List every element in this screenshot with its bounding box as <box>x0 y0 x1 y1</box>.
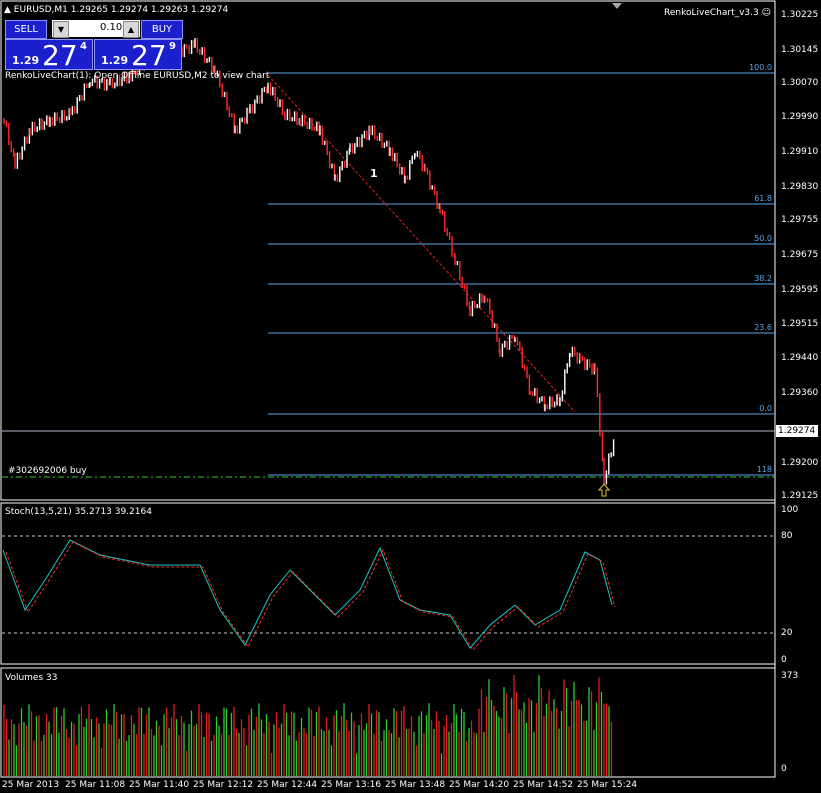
price-tick: 1.29200 <box>781 458 819 468</box>
price-tick: 1.30070 <box>781 78 819 88</box>
time-tick: 25 Mar 13:48 <box>385 780 446 790</box>
price-tick: 1.30225 <box>781 10 819 20</box>
chart-canvas[interactable] <box>0 0 821 793</box>
price-tick: 1.29830 <box>781 182 819 192</box>
price-tick: 1.30145 <box>781 45 819 55</box>
current-price-label: 1.29274 <box>776 425 818 437</box>
buy-quote[interactable]: 1.29 27 9 <box>94 39 182 72</box>
fib-label: 23.6 <box>754 323 772 332</box>
price-tick: 1.29675 <box>781 250 819 260</box>
volume-bars <box>3 675 613 776</box>
symbol-info: EURUSD,M1 1.29265 1.29274 1.29263 1.2927… <box>13 5 229 15</box>
one-click-trading-panel: SELL ▼ 0.10 ▲ BUY 1.29 27 4 1.29 27 9 <box>5 20 183 72</box>
lot-increase-icon[interactable]: ▲ <box>123 21 139 38</box>
time-tick: 25 Mar 11:08 <box>65 780 126 790</box>
price-tick: 1.29515 <box>781 319 819 329</box>
volume-axis-tick: 373 <box>781 671 799 681</box>
time-tick: 25 Mar 11:40 <box>129 780 190 790</box>
candles <box>3 38 615 485</box>
buy-price-pip: 9 <box>169 41 176 52</box>
sell-price-pip: 4 <box>80 41 87 52</box>
price-tick: 1.29910 <box>781 147 819 157</box>
buy-arrow-icon <box>597 483 611 497</box>
fib-label: 118 <box>756 465 772 474</box>
stoch-signal-line <box>5 541 616 651</box>
order-label[interactable]: #302692006 buy <box>8 466 87 476</box>
time-tick: 25 Mar 15:24 <box>577 780 638 790</box>
fib-label: 100.0 <box>749 63 772 72</box>
time-tick: 25 Mar 2013 <box>2 780 60 790</box>
symbol-header: ▲ EURUSD,M1 1.29265 1.29274 1.29263 1.29… <box>4 5 228 15</box>
fibonacci-levels[interactable] <box>268 72 775 476</box>
price-tick: 1.29360 <box>781 388 819 398</box>
sell-price-prefix: 1.29 <box>12 54 40 67</box>
stoch-frame <box>0 502 776 665</box>
stoch-axis-tick: 0 <box>781 655 787 665</box>
time-tick: 25 Mar 12:12 <box>193 780 254 790</box>
buy-price-big: 27 <box>131 39 167 72</box>
stoch-axis-tick: 100 <box>781 505 799 515</box>
price-tick: 1.29125 <box>781 491 819 501</box>
price-tick: 1.29990 <box>781 112 819 122</box>
fib-label: 61.8 <box>754 194 772 203</box>
buy-button[interactable]: BUY <box>141 20 183 39</box>
buy-price-prefix: 1.29 <box>101 54 129 67</box>
shift-marker-icon[interactable] <box>612 3 622 9</box>
fib-label: 38.2 <box>754 274 772 283</box>
fib-label: 0.0 <box>759 404 772 413</box>
wave-label: 1 <box>370 167 378 180</box>
collapse-triangle-icon[interactable]: ▲ <box>4 5 11 15</box>
time-tick: 25 Mar 14:20 <box>449 780 510 790</box>
lot-decrease-icon[interactable]: ▼ <box>53 21 69 38</box>
volumes-title: Volumes 33 <box>5 673 58 683</box>
stoch-main-line <box>2 539 613 649</box>
expert-label: RenkoLiveChart_v3.3 ☺ <box>664 8 771 18</box>
smiley-icon[interactable]: ☺ <box>762 8 771 18</box>
price-tick: 1.29755 <box>781 215 819 225</box>
stoch-axis-tick: 80 <box>781 531 793 541</box>
price-tick: 1.29595 <box>781 285 819 295</box>
fib-label: 50.0 <box>754 234 772 243</box>
stoch-title: Stoch(13,5,21) 35.2713 39.2164 <box>5 507 152 517</box>
time-tick: 25 Mar 13:16 <box>321 780 382 790</box>
price-tick: 1.29440 <box>781 353 819 363</box>
sell-button[interactable]: SELL <box>5 20 47 39</box>
sell-price-big: 27 <box>42 39 78 72</box>
info-text: RenkoLiveChart(1): Open Offline EURUSD,M… <box>5 71 270 81</box>
volume-axis-tick: 0 <box>781 764 787 774</box>
lot-value[interactable]: 0.10 <box>100 22 122 33</box>
time-tick: 25 Mar 12:44 <box>257 780 318 790</box>
sell-quote[interactable]: 1.29 27 4 <box>5 39 93 72</box>
expert-name: RenkoLiveChart_v3.3 <box>664 8 759 18</box>
time-tick: 25 Mar 14:52 <box>513 780 574 790</box>
lot-size-field[interactable]: ▼ 0.10 ▲ <box>52 20 140 38</box>
stoch-axis-tick: 20 <box>781 628 793 638</box>
